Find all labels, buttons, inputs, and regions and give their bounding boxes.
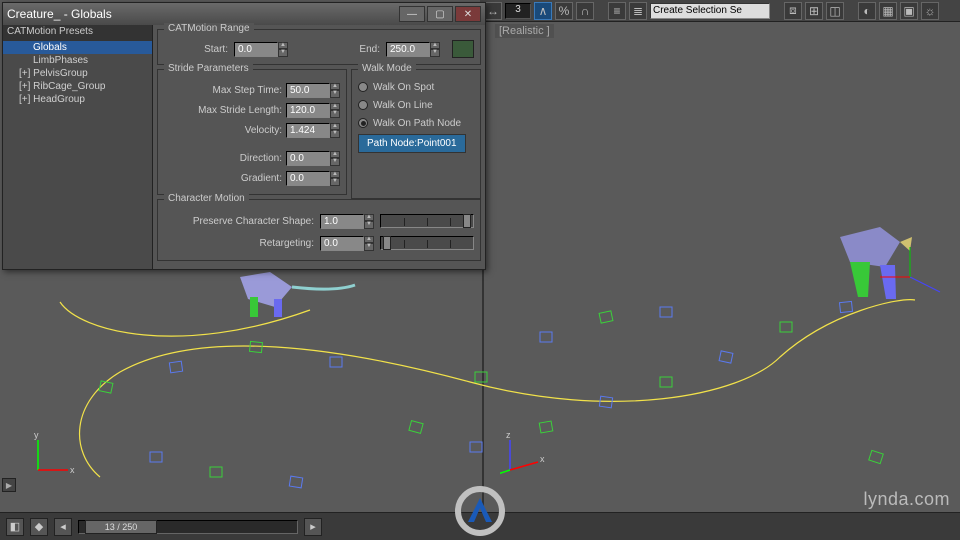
watermark-text: lynda.com: [863, 489, 950, 510]
catmotion-dialog: Creature_ - Globals — ▢ ✕ CATMotion Pres…: [2, 2, 486, 270]
magnet-icon[interactable]: ∩: [576, 2, 594, 20]
retarget-slider[interactable]: [380, 236, 474, 250]
tree-header: CATMotion Presets: [3, 25, 152, 41]
walk-mode-group: Walk Mode Walk On Spot Walk On Line Walk…: [351, 69, 481, 199]
spreadsheet-icon[interactable]: [452, 40, 474, 58]
stride-group: Stride Parameters Max Step Time:▲▼ Max S…: [157, 69, 347, 195]
scale-icon[interactable]: ↔: [484, 2, 502, 20]
charmo-title: Character Motion: [164, 193, 249, 204]
gradient-spinner[interactable]: ▲▼: [286, 171, 340, 186]
gradient-label: Gradient:: [164, 173, 282, 184]
range-title: CATMotion Range: [164, 23, 254, 34]
walk-on-path-radio[interactable]: Walk On Path Node: [358, 114, 474, 132]
material-icon[interactable]: ◐: [858, 2, 876, 20]
logo-icon: [448, 486, 512, 536]
range-group: CATMotion Range Start: ▲▼ End: ▲▼: [157, 29, 481, 65]
start-label: Start:: [164, 44, 228, 55]
svg-text:y: y: [34, 430, 39, 440]
close-button[interactable]: ✕: [455, 6, 481, 22]
maximize-button[interactable]: ▢: [427, 6, 453, 22]
preserve-label: Preserve Character Shape:: [164, 216, 314, 227]
preserve-spinner[interactable]: ▲▼: [320, 214, 374, 229]
svg-text:z: z: [506, 430, 511, 440]
tree-item-globals[interactable]: Globals: [3, 41, 152, 54]
timeline-key-icon[interactable]: ◆: [30, 518, 48, 536]
max-step-time-label: Max Step Time:: [164, 85, 282, 96]
time-slider[interactable]: 13 / 250: [78, 520, 298, 534]
tree-item-limbphases[interactable]: LimbPhases: [3, 54, 152, 67]
tree-item-ribcage[interactable]: [+] RibCage_Group: [3, 80, 152, 93]
play-toggle-icon[interactable]: ▶: [2, 478, 16, 492]
velocity-label: Velocity:: [164, 125, 282, 136]
retarget-spinner[interactable]: ▲▼: [320, 236, 374, 251]
percent-icon[interactable]: %: [555, 2, 573, 20]
preset-tree[interactable]: CATMotion Presets Globals LimbPhases [+]…: [3, 25, 153, 269]
time-slider-thumb[interactable]: 13 / 250: [85, 520, 157, 534]
path-node-button[interactable]: Path Node:Point001: [358, 134, 466, 153]
minimize-button[interactable]: —: [399, 6, 425, 22]
schematic-icon[interactable]: ◫: [826, 2, 844, 20]
end-label: End:: [316, 44, 380, 55]
preserve-slider[interactable]: [380, 214, 474, 228]
spinner-value[interactable]: 3: [505, 3, 531, 19]
timeline-config-icon[interactable]: ◧: [6, 518, 24, 536]
render-setup-icon[interactable]: ▦: [879, 2, 897, 20]
max-step-time-spinner[interactable]: ▲▼: [286, 83, 340, 98]
svg-text:x: x: [70, 465, 75, 475]
render-frame-icon[interactable]: ▣: [900, 2, 918, 20]
main-toolbar: ↔ 3 ∧ % ∩ ≡ ≣ ⧈ ⊞ ◫ ◐ ▦ ▣ ☼: [480, 0, 960, 22]
axis-gizmo-left: y x: [30, 428, 80, 478]
tree-item-pelvis[interactable]: [+] PelvisGroup: [3, 67, 152, 80]
layer-icon[interactable]: ≣: [629, 2, 647, 20]
end-spinner[interactable]: ▲▼: [386, 42, 440, 57]
max-stride-len-spinner[interactable]: ▲▼: [286, 103, 340, 118]
direction-label: Direction:: [164, 153, 282, 164]
goto-start-icon[interactable]: ◂: [54, 518, 72, 536]
direction-spinner[interactable]: ▲▼: [286, 151, 340, 166]
align-icon[interactable]: ⊞: [805, 2, 823, 20]
mirror-icon[interactable]: ⧈: [784, 2, 802, 20]
walk-on-line-radio[interactable]: Walk On Line: [358, 96, 474, 114]
walk-on-spot-radio[interactable]: Walk On Spot: [358, 78, 474, 96]
start-spinner[interactable]: ▲▼: [234, 42, 288, 57]
scene-explorer-icon[interactable]: ≡: [608, 2, 626, 20]
character-motion-group: Character Motion Preserve Character Shap…: [157, 199, 481, 261]
max-stride-len-label: Max Stride Length:: [164, 105, 282, 116]
stride-title: Stride Parameters: [164, 63, 253, 74]
tree-item-headgroup[interactable]: [+] HeadGroup: [3, 93, 152, 106]
retarget-label: Retargeting:: [164, 238, 314, 249]
dialog-titlebar[interactable]: Creature_ - Globals — ▢ ✕: [3, 3, 485, 25]
dialog-title: Creature_ - Globals: [7, 7, 112, 21]
svg-text:x: x: [540, 454, 545, 464]
walk-title: Walk Mode: [358, 63, 416, 74]
goto-end-icon[interactable]: ▸: [304, 518, 322, 536]
render-icon[interactable]: ☼: [921, 2, 939, 20]
selection-set-dropdown[interactable]: [650, 3, 770, 19]
velocity-spinner[interactable]: ▲▼: [286, 123, 340, 138]
snap-angle-icon[interactable]: ∧: [534, 2, 552, 20]
axis-gizmo-right: z x: [500, 428, 550, 478]
